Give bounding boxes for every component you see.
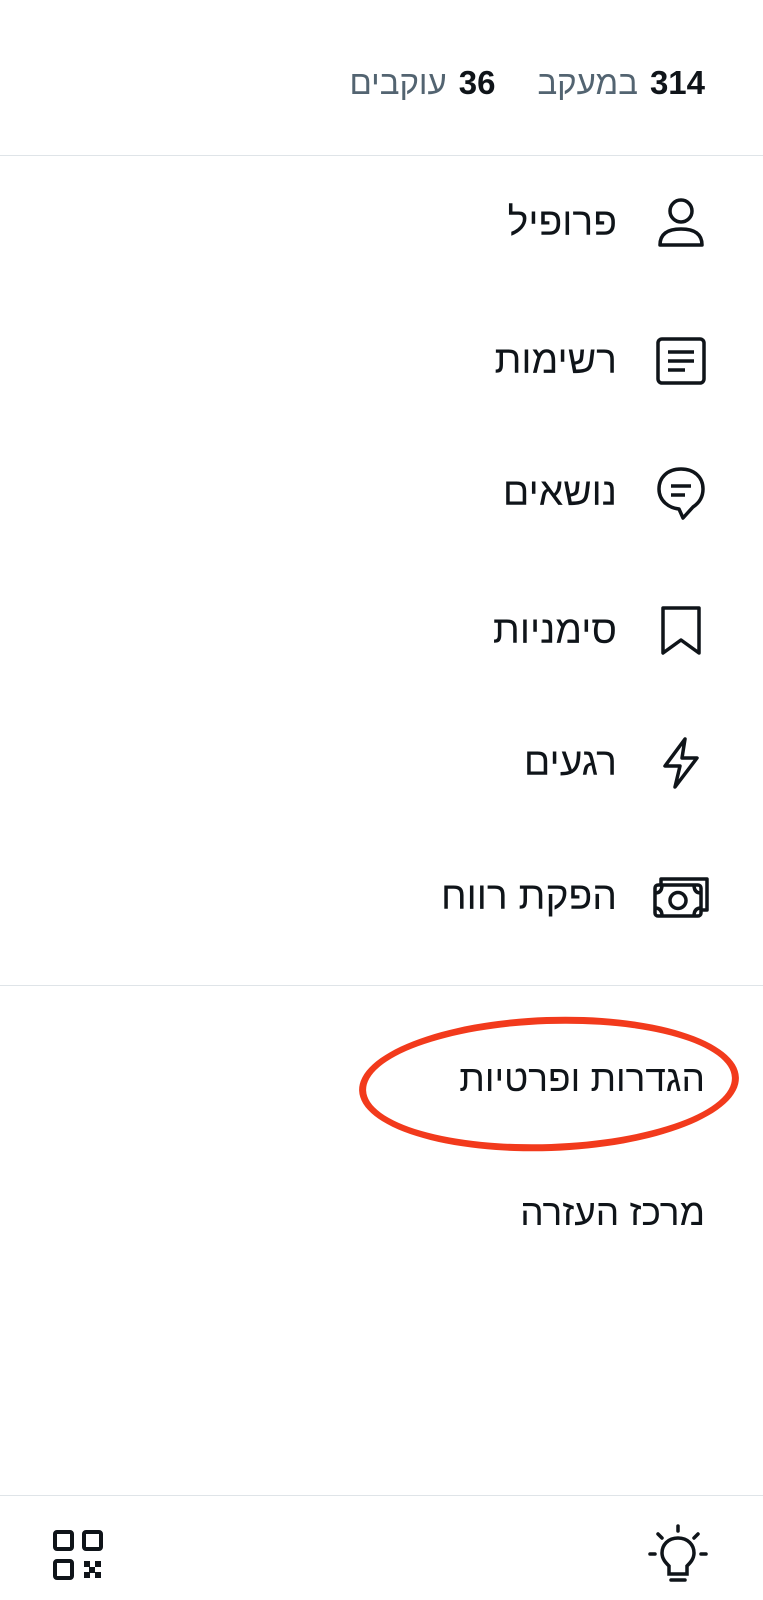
menu-item-moments-label: רגעים [523, 741, 617, 784]
following-label: במעקב [537, 64, 638, 101]
menu-item-moments[interactable]: רגעים [0, 718, 763, 808]
topics-icon [651, 463, 711, 523]
divider-top [0, 155, 763, 156]
followers-label: עוקבים [349, 64, 447, 101]
follow-stats: במעקב 314 עוקבים 36 [349, 64, 705, 102]
monetization-icon [651, 867, 711, 927]
menu-item-profile[interactable]: פרופיל [0, 178, 763, 268]
annotation-circle [356, 1010, 742, 1158]
divider-bottom [0, 1495, 763, 1496]
menu-item-bookmarks[interactable]: סימניות [0, 586, 763, 676]
lightbulb-icon[interactable] [648, 1524, 708, 1582]
followers-stat[interactable]: עוקבים 36 [349, 64, 495, 102]
qr-code-icon[interactable] [51, 1528, 107, 1584]
following-stat[interactable]: במעקב 314 [537, 64, 705, 102]
help-center-link[interactable]: מרכז העזרה [520, 1192, 705, 1234]
menu-item-monetization-label: הפקת רווח [440, 875, 617, 918]
menu-item-profile-label: פרופיל [507, 201, 617, 244]
moments-icon [651, 733, 711, 793]
menu-item-monetization[interactable]: הפקת רווח [0, 852, 763, 942]
menu-item-topics-label: נושאים [502, 471, 617, 514]
menu-item-lists[interactable]: רשימות [0, 316, 763, 406]
divider-middle [0, 985, 763, 986]
following-count: 314 [649, 64, 705, 101]
menu-item-lists-label: רשימות [494, 339, 617, 382]
profile-icon [651, 193, 711, 253]
lists-icon [651, 331, 711, 391]
followers-count: 36 [458, 64, 496, 101]
bookmark-icon [651, 601, 711, 661]
menu-item-bookmarks-label: סימניות [492, 609, 617, 652]
menu-item-topics[interactable]: נושאים [0, 448, 763, 538]
